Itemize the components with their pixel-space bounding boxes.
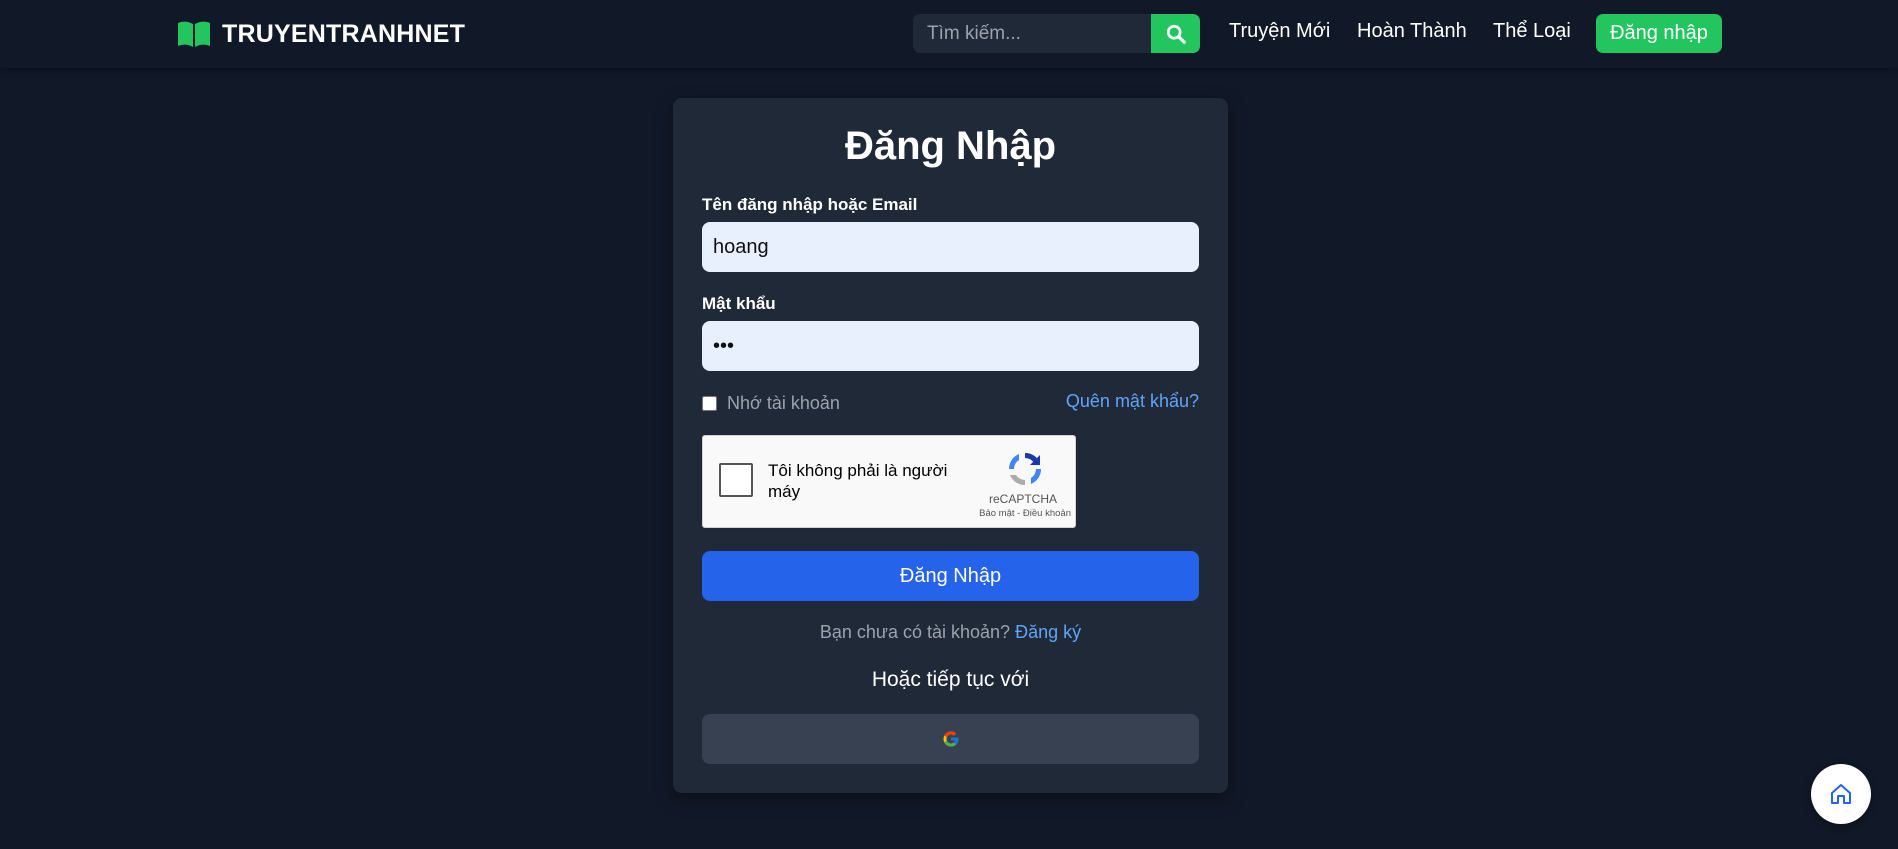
google-icon — [943, 731, 958, 747]
recaptcha-logo-icon — [1008, 452, 1042, 486]
home-icon — [1831, 784, 1851, 804]
continue-with-label: Hoặc tiếp tục với — [871, 668, 1030, 691]
forgot-password-link[interactable]: Quên mật khẩu? — [1066, 391, 1199, 412]
search-bar — [913, 14, 1200, 53]
brand-name: TRUYENTRANHNET — [222, 19, 466, 48]
recaptcha-widget: Tôi không phải là người máy reCAPTCHA Bả… — [702, 435, 1076, 528]
nav-new-stories[interactable]: Truyện Mới — [1229, 20, 1330, 43]
book-icon — [178, 21, 210, 47]
username-label: Tên đăng nhập hoặc Email — [702, 195, 918, 214]
home-fab-button[interactable] — [1811, 764, 1871, 824]
search-input[interactable] — [913, 14, 1151, 53]
google-login-button[interactable] — [702, 714, 1199, 764]
recaptcha-checkbox[interactable] — [719, 463, 753, 497]
search-icon — [1166, 24, 1186, 44]
brand-logo[interactable]: TRUYENTRANHNET — [176, 18, 465, 50]
recaptcha-terms[interactable]: Bảo mật - Điều khoản — [959, 508, 1071, 519]
recaptcha-text: Tôi không phải là người máy — [768, 461, 948, 501]
username-field[interactable] — [702, 222, 1199, 272]
nav-genres[interactable]: Thể Loại — [1493, 20, 1571, 43]
header-login-button[interactable]: Đăng nhập — [1596, 14, 1722, 53]
signup-prompt-text: Bạn chưa có tài khoản? — [819, 622, 1011, 642]
password-label: Mật khẩu — [702, 294, 776, 313]
signup-link[interactable]: Đăng ký — [1015, 622, 1081, 642]
remember-label: Nhớ tài khoản — [727, 393, 840, 413]
top-navbar: TRUYENTRANHNET Truyện Mới Hoàn Thành Thể… — [0, 0, 1898, 68]
login-card: Đăng Nhập Tên đăng nhập hoặc Email Mật k… — [673, 98, 1228, 793]
password-field[interactable] — [702, 321, 1199, 371]
nav-completed[interactable]: Hoàn Thành — [1357, 20, 1467, 43]
search-button[interactable] — [1151, 14, 1200, 53]
recaptcha-brand: reCAPTCHA — [988, 492, 1057, 506]
remember-checkbox[interactable] — [702, 396, 717, 411]
login-submit-button[interactable]: Đăng Nhập — [702, 551, 1199, 601]
signup-prompt: Bạn chưa có tài khoản? Đăng ký — [673, 622, 1228, 643]
page-title: Đăng Nhập — [844, 124, 1057, 168]
remember-me[interactable]: Nhớ tài khoản — [702, 393, 840, 414]
